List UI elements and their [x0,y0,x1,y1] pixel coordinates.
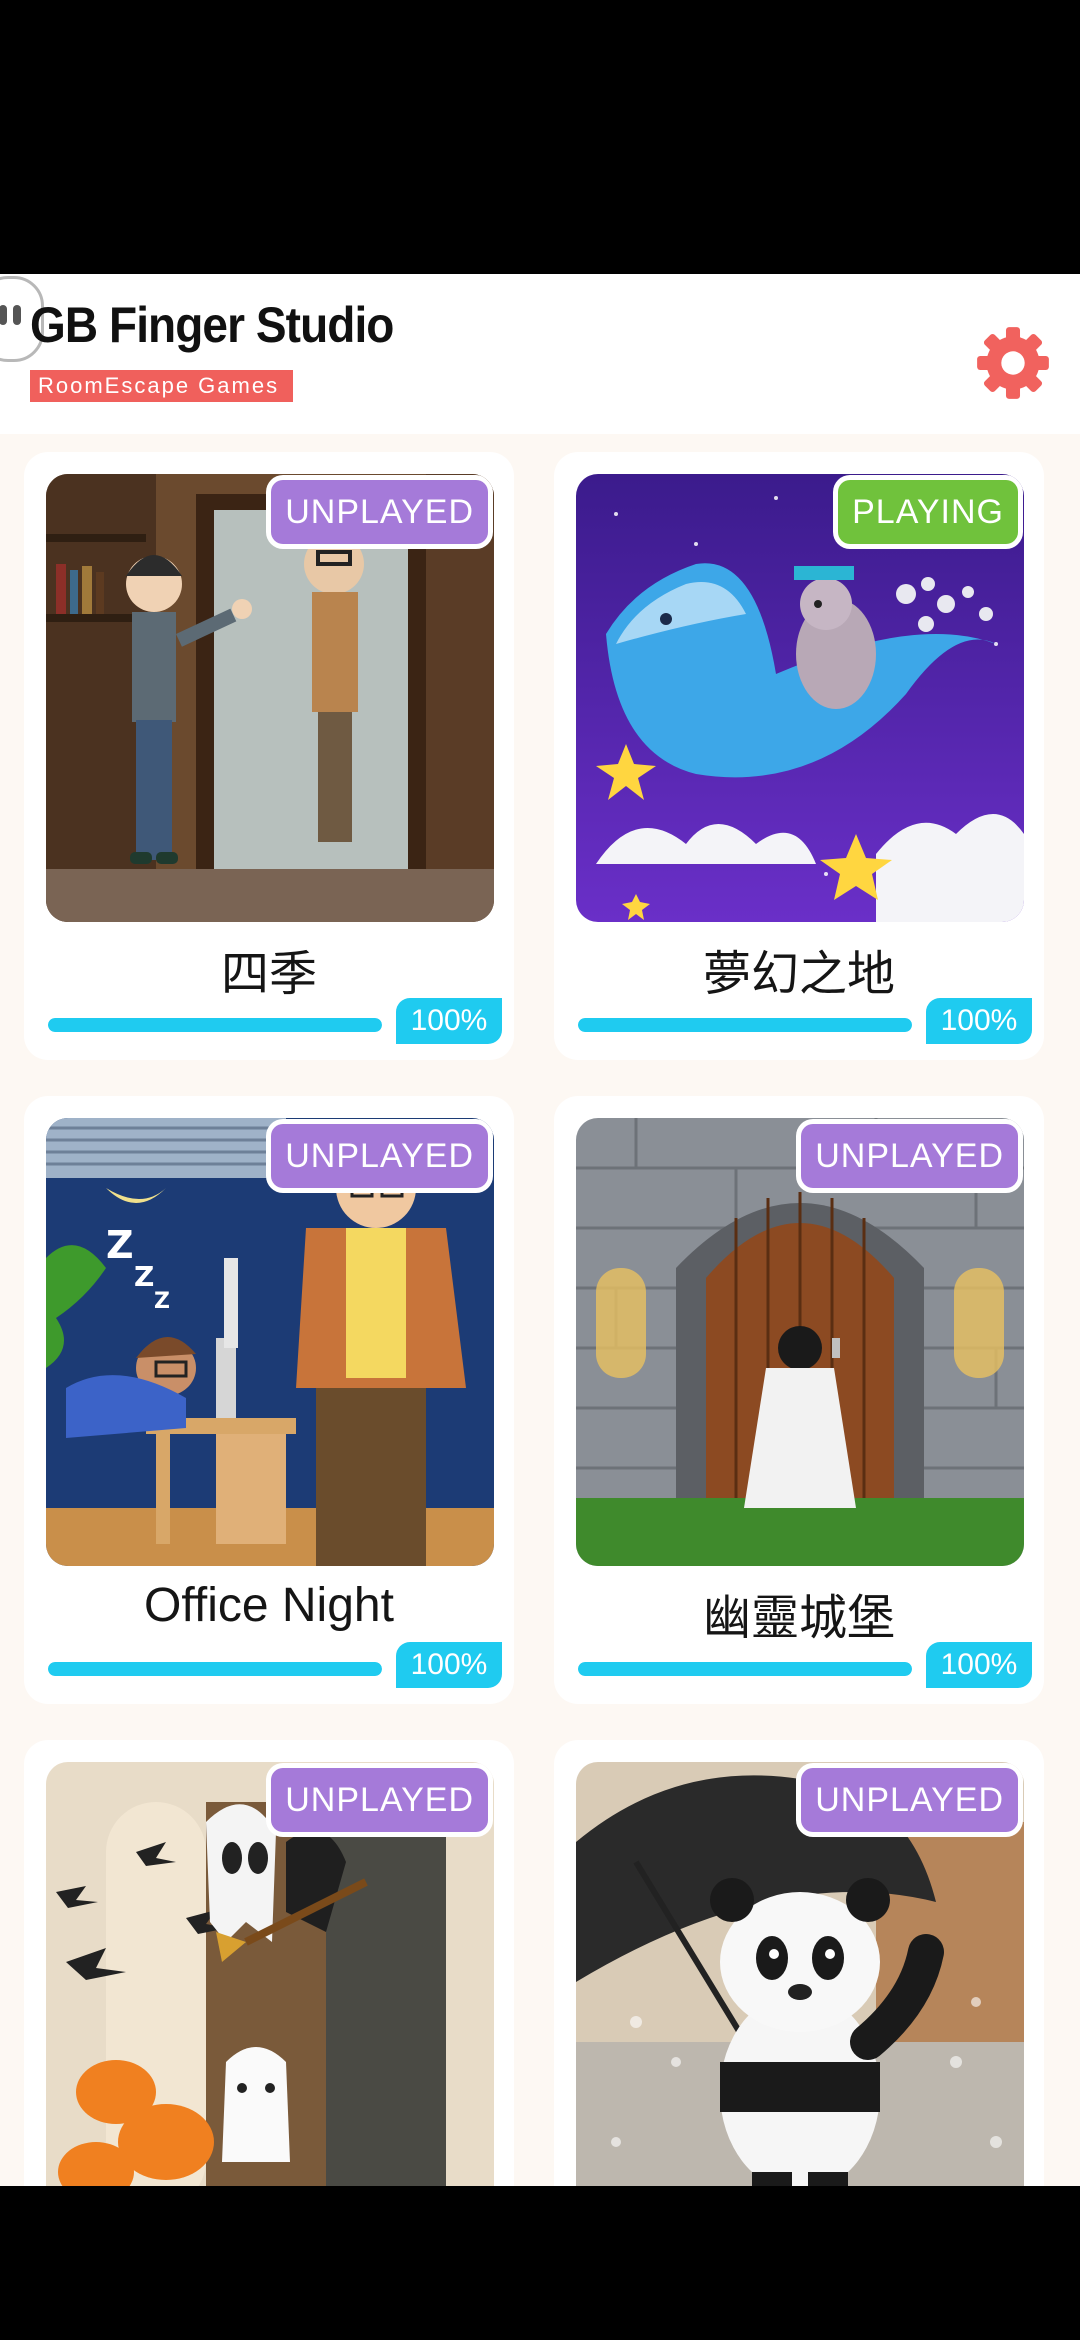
game-card-4[interactable]: UNPLAYED 幽靈城堡 100% [554,1096,1044,1704]
progress-bar [48,1018,382,1032]
game-card-5[interactable]: UNPLAYED [24,1740,514,2186]
progress-fill [48,1662,382,1676]
status-badge: UNPLAYED [271,480,488,544]
game-thumbnail-4: UNPLAYED [576,1118,1024,1566]
game-thumbnail-3: Z Z Z UNPLAYED [46,1118,494,1566]
gear-icon [977,327,1049,399]
progress-label: 100% [396,998,502,1044]
app-header: GB Finger Studio RoomEscape Games [0,274,1080,434]
game-title: 四季 [220,948,317,1001]
game-thumbnail-1: UNPLAYED [46,474,494,922]
game-title: 夢幻之地 [702,948,895,1001]
svg-text:Z: Z [106,1223,134,1267]
progress-fill [578,1018,912,1032]
progress-label: 100% [926,1642,1032,1688]
progress-bar [48,1662,382,1676]
game-card-1[interactable]: UNPLAYED 四季 100% [24,452,514,1060]
progress-fill [578,1662,912,1676]
game-card-2[interactable]: PLAYING 夢幻之地 100% [554,452,1044,1060]
status-badge: UNPLAYED [801,1768,1018,1832]
game-thumbnail-6: UNPLAYED [576,1762,1024,2186]
progress-bar [578,1018,912,1032]
brand-subtitle: RoomEscape Games [30,370,294,402]
progress-bar [578,1662,912,1676]
status-badge: UNPLAYED [271,1124,488,1188]
game-card-6[interactable]: UNPLAYED [554,1740,1044,2186]
game-title: 幽靈城堡 [702,1592,895,1645]
game-title: Office Night [144,1579,394,1632]
game-thumbnail-5: UNPLAYED [46,1762,494,2186]
svg-text:Z: Z [154,1289,170,1314]
svg-text:Z: Z [134,1260,154,1293]
progress-fill [48,1018,382,1032]
brand-title: GB Finger Studio [30,297,394,353]
game-thumbnail-2: PLAYING [576,474,1024,922]
status-badge: UNPLAYED [801,1124,1018,1188]
game-card-3[interactable]: Z Z Z UNPLAYED Office Night 100% [24,1096,514,1704]
status-badge: PLAYING [838,480,1018,544]
status-badge: UNPLAYED [271,1768,488,1832]
progress-label: 100% [396,1642,502,1688]
settings-button[interactable] [974,324,1052,402]
app-screen: GB Finger Studio RoomEscape Games UNPLAY… [0,274,1080,2186]
progress-label: 100% [926,998,1032,1044]
